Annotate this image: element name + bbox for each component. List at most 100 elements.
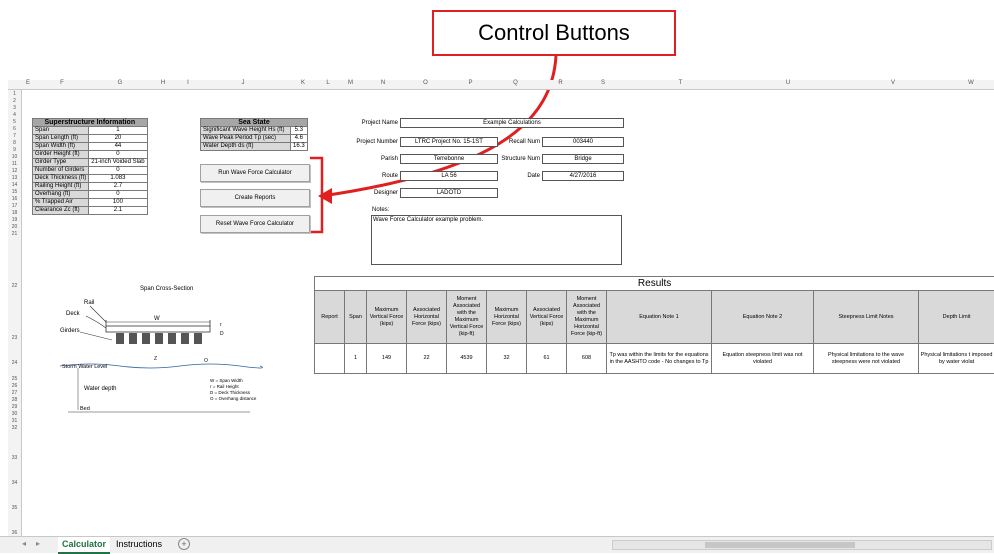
row-10[interactable]: 10: [8, 154, 21, 160]
row-1[interactable]: 1: [8, 91, 21, 97]
row-28[interactable]: 28: [8, 397, 21, 403]
row-12[interactable]: 12: [8, 168, 21, 174]
project-number-field[interactable]: LTRC Project No. 15-1ST: [400, 137, 498, 147]
ss-label[interactable]: Span Length (ft): [33, 135, 89, 143]
row-34[interactable]: 34: [8, 480, 21, 486]
row-13[interactable]: 13: [8, 175, 21, 181]
ss-value[interactable]: 21-inch Voided Slab: [89, 159, 147, 167]
row-3[interactable]: 3: [8, 105, 21, 111]
col-m[interactable]: M: [338, 80, 363, 86]
run-wave-force-calculator-button[interactable]: Run Wave Force Calculator: [200, 164, 310, 182]
row-4[interactable]: 4: [8, 112, 21, 118]
horizontal-scrollbar[interactable]: [612, 540, 992, 550]
ss-label[interactable]: Clearance Zc (ft): [33, 207, 89, 215]
col-t[interactable]: T: [623, 80, 738, 86]
row-17[interactable]: 17: [8, 203, 21, 209]
row-29[interactable]: 29: [8, 404, 21, 410]
results-cell[interactable]: [315, 344, 345, 374]
row-19[interactable]: 19: [8, 217, 21, 223]
row-6[interactable]: 6: [8, 126, 21, 132]
col-g[interactable]: G: [92, 80, 148, 86]
ss-label[interactable]: Number of Girders: [33, 167, 89, 175]
reset-wave-force-calculator-button[interactable]: Reset Wave Force Calculator: [200, 215, 310, 233]
tab-calculator[interactable]: Calculator: [58, 537, 110, 554]
row-11[interactable]: 11: [8, 161, 21, 167]
row-20[interactable]: 20: [8, 224, 21, 230]
ss-value[interactable]: 20: [89, 135, 147, 143]
ss-label[interactable]: Span Width (ft): [33, 143, 89, 151]
row-21[interactable]: 21: [8, 231, 21, 237]
col-k[interactable]: K: [288, 80, 318, 86]
col-s[interactable]: S: [583, 80, 623, 86]
ss-label[interactable]: % Trapped Air: [33, 199, 89, 207]
results-cell[interactable]: 149: [367, 344, 407, 374]
notes-field[interactable]: Wave Force Calculator example problem.: [371, 215, 622, 265]
row-8[interactable]: 8: [8, 140, 21, 146]
col-w[interactable]: W: [948, 80, 994, 86]
col-q[interactable]: Q: [493, 80, 538, 86]
col-r[interactable]: R: [538, 80, 583, 86]
designer-field[interactable]: LADOTD: [400, 188, 498, 198]
ss-label[interactable]: Girder Height (ft): [33, 151, 89, 159]
results-cell[interactable]: 608: [567, 344, 607, 374]
ss-label[interactable]: Overhang (ft): [33, 191, 89, 199]
col-n[interactable]: N: [363, 80, 403, 86]
add-sheet-icon[interactable]: +: [178, 538, 190, 550]
ss-value[interactable]: 0: [89, 151, 147, 159]
ss-value[interactable]: 2.1: [89, 207, 147, 215]
col-o[interactable]: O: [403, 80, 448, 86]
row-26[interactable]: 26: [8, 383, 21, 389]
ss-label[interactable]: Girder Type: [33, 159, 89, 167]
results-cell[interactable]: 4539: [447, 344, 487, 374]
col-l[interactable]: L: [318, 80, 338, 86]
col-v[interactable]: V: [838, 80, 948, 86]
col-j[interactable]: J: [198, 80, 288, 86]
sea-value[interactable]: 4.6: [290, 135, 307, 143]
row-24[interactable]: 24: [8, 360, 21, 366]
results-cell[interactable]: 32: [487, 344, 527, 374]
ss-value[interactable]: 44: [89, 143, 147, 151]
sea-label[interactable]: Significant Wave Height Hs (ft): [201, 127, 291, 135]
scrollbar-thumb[interactable]: [705, 542, 855, 548]
ss-value[interactable]: 1: [89, 127, 147, 135]
row-33[interactable]: 33: [8, 455, 21, 461]
ss-label[interactable]: Span: [33, 127, 89, 135]
structure-num-field[interactable]: Bridge: [542, 154, 624, 164]
tab-instructions[interactable]: Instructions: [112, 537, 166, 552]
row-18[interactable]: 18: [8, 210, 21, 216]
ss-value[interactable]: 0: [89, 191, 147, 199]
ss-value[interactable]: 1.083: [89, 175, 147, 183]
col-e[interactable]: E: [24, 80, 32, 86]
row-31[interactable]: 31: [8, 418, 21, 424]
recall-num-field[interactable]: 003440: [542, 137, 624, 147]
date-field[interactable]: 4/27/2016: [542, 171, 624, 181]
results-cell[interactable]: 61: [527, 344, 567, 374]
parish-field[interactable]: Terrebonne: [400, 154, 498, 164]
sea-label[interactable]: Water Depth ds (ft): [201, 143, 291, 151]
row-22[interactable]: 22: [8, 283, 21, 289]
row-35[interactable]: 35: [8, 505, 21, 511]
row-27[interactable]: 27: [8, 390, 21, 396]
row-15[interactable]: 15: [8, 189, 21, 195]
row-32[interactable]: 32: [8, 425, 21, 431]
col-i[interactable]: I: [178, 80, 198, 86]
row-9[interactable]: 9: [8, 147, 21, 153]
row-2[interactable]: 2: [8, 98, 21, 104]
results-cell[interactable]: Physical limitations t imposed by water …: [919, 344, 994, 374]
results-cell[interactable]: Physical limitations to the wave steepne…: [814, 344, 919, 374]
col-f[interactable]: F: [32, 80, 92, 86]
ss-label[interactable]: Railing Height (ft): [33, 183, 89, 191]
project-name-field[interactable]: Example Calculations: [400, 118, 624, 128]
results-cell[interactable]: Equation steepness limit was not violate…: [712, 344, 814, 374]
ss-label[interactable]: Deck Thickness (ft): [33, 175, 89, 183]
col-p[interactable]: P: [448, 80, 493, 86]
create-reports-button[interactable]: Create Reports: [200, 189, 310, 207]
results-cell[interactable]: 22: [407, 344, 447, 374]
row-16[interactable]: 16: [8, 196, 21, 202]
sea-label[interactable]: Wave Peak Period Tp (sec): [201, 135, 291, 143]
row-5[interactable]: 5: [8, 119, 21, 125]
row-30[interactable]: 30: [8, 411, 21, 417]
ss-value[interactable]: 100: [89, 199, 147, 207]
col-h[interactable]: H: [148, 80, 178, 86]
row-23[interactable]: 23: [8, 335, 21, 341]
